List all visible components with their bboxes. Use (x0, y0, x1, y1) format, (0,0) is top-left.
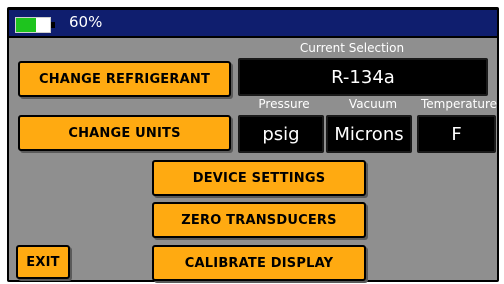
battery-percent: 60% (69, 13, 103, 31)
battery-icon (15, 17, 55, 33)
vacuum-unit-value: Microns (326, 115, 412, 153)
pressure-label: Pressure (258, 97, 310, 111)
status-bar: 60% (9, 10, 497, 36)
temperature-unit-value: F (417, 115, 496, 153)
current-selection-label: Current Selection (299, 41, 405, 55)
zero-transducers-button[interactable]: ZERO TRANSDUCERS (152, 202, 366, 238)
refrigerant-value: R-134a (238, 58, 488, 96)
change-units-button[interactable]: CHANGE UNITS (18, 115, 231, 151)
calibrate-display-button[interactable]: CALIBRATE DISPLAY (152, 245, 366, 281)
pressure-unit-value: psig (238, 115, 324, 153)
vacuum-label: Vacuum (348, 97, 398, 111)
main-panel: Current Selection CHANGE REFRIGERANT R-1… (9, 38, 497, 281)
battery-terminal (51, 22, 55, 28)
temperature-label: Temperature (420, 97, 497, 111)
change-refrigerant-button[interactable]: CHANGE REFRIGERANT (18, 61, 231, 97)
battery-level-fill (16, 18, 37, 32)
device-settings-button[interactable]: DEVICE SETTINGS (152, 160, 366, 196)
exit-button[interactable]: EXIT (16, 245, 70, 279)
